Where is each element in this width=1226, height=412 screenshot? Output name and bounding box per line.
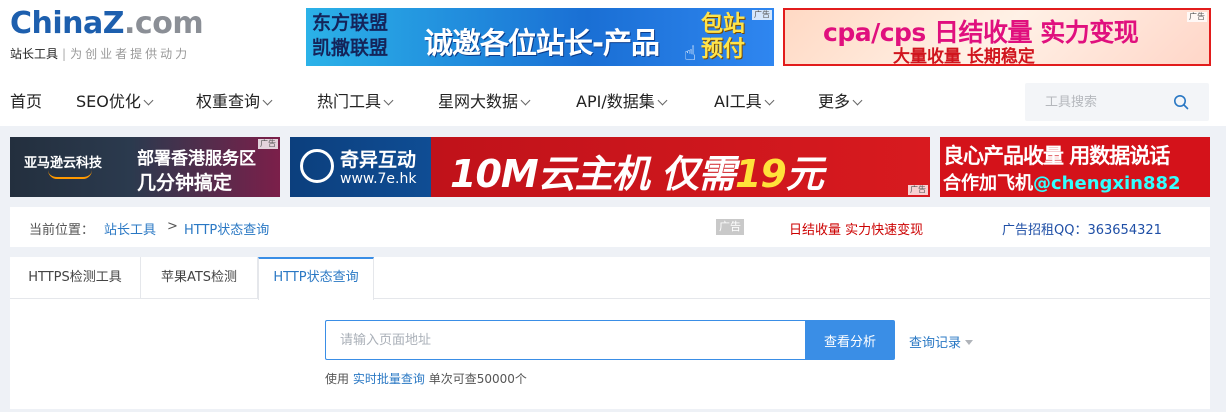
banner-ad-aws[interactable]: 亚马逊云科技 部署香港服务区 几分钟搞定 广告 xyxy=(10,137,280,197)
nav-item-weight[interactable]: 权重查询 xyxy=(196,92,273,112)
batch-query-link[interactable]: 实时批量查询 xyxy=(353,372,425,386)
ad-label: 广告 xyxy=(908,185,928,195)
top-ad-banner-2[interactable]: cpa/cps 日结收量 实力变现 大量收量 长期稳定 广告 xyxy=(783,8,1211,66)
ad-label: 广告 xyxy=(1187,12,1207,22)
ad-contact-link[interactable]: 广告招租QQ：363654321 xyxy=(1002,219,1162,238)
nav-item-api[interactable]: API/数据集 xyxy=(576,92,668,112)
analyze-button[interactable]: 查看分析 xyxy=(805,320,895,360)
logo-wordmark: ChinaZ.com xyxy=(10,6,204,41)
ad-line1: 良心产品收量 用数据说话 xyxy=(943,144,1170,168)
ad-line1: 部署香港服务区 xyxy=(137,149,256,169)
tool-search-box xyxy=(1025,83,1209,121)
ad-headline: 诚邀各位站长-产品 xyxy=(424,26,660,60)
ad-headline: 10M云主机 仅需19元 xyxy=(450,152,824,196)
hand-cursor-icon: ☝ xyxy=(684,41,697,65)
chevron-down-icon xyxy=(657,95,668,106)
query-history-dropdown[interactable]: 查询记录 xyxy=(909,332,974,351)
nav-item-home[interactable]: 首页 xyxy=(10,92,42,112)
breadcrumb-separator: > xyxy=(167,219,178,234)
banner-ad-traffic[interactable]: 良心产品收量 用数据说话 合作加飞机@chengxin882 xyxy=(940,137,1210,197)
ad-brand-url: www.7e.hk xyxy=(340,171,417,187)
logo-subtitle: 站长工具 | 为创业者提供动力 xyxy=(10,45,220,62)
url-input[interactable] xyxy=(325,320,806,360)
tab-ats-check[interactable]: 苹果ATS检测 xyxy=(141,257,258,299)
site-logo[interactable]: ChinaZ.com 站长工具 | 为创业者提供动力 xyxy=(10,6,220,66)
nav-item-bigdata[interactable]: 星网大数据 xyxy=(438,92,531,112)
chevron-down-icon xyxy=(262,95,273,106)
chevron-down-icon xyxy=(143,95,154,106)
ad-brand: 亚马逊云科技 xyxy=(24,156,103,171)
caret-down-icon xyxy=(965,340,974,345)
logo-name: 站长工具 xyxy=(10,47,59,61)
search-icon[interactable] xyxy=(1173,94,1189,110)
nav-item-hot-tools[interactable]: 热门工具 xyxy=(317,92,394,112)
breadcrumb-link-tools[interactable]: 站长工具 xyxy=(104,219,156,238)
tab-https-check[interactable]: HTTPS检测工具 xyxy=(10,257,141,299)
breadcrumb-label: 当前位置： xyxy=(29,223,95,238)
smile-arrow-icon xyxy=(48,170,92,179)
ad-right-text: 包站 预付 xyxy=(701,12,746,62)
ad-label: 广告 xyxy=(752,10,772,20)
top-ad-banner-1[interactable]: 东方联盟 凯撒联盟 诚邀各位站长-产品 包站 预付 ☝ 广告 xyxy=(306,8,774,66)
logo-slogan: 为创业者提供动力 xyxy=(70,47,191,61)
breadcrumb: 当前位置： 站长工具 > HTTP状态查询 广告 日结收量 实力快速变现 广告招… xyxy=(10,207,1210,247)
chevron-down-icon xyxy=(852,95,863,106)
nav-item-ai-tools[interactable]: AI工具 xyxy=(714,92,775,112)
tool-panel: HTTPS检测工具 苹果ATS检测 HTTP状态查询 查看分析 查询记录 使用 … xyxy=(10,257,1210,409)
tool-tabs: HTTPS检测工具 苹果ATS检测 HTTP状态查询 xyxy=(10,257,1210,300)
breadcrumb-link-current[interactable]: HTTP状态查询 xyxy=(184,219,269,238)
logo-divider: | xyxy=(62,47,67,61)
tab-http-status[interactable]: HTTP状态查询 xyxy=(258,257,374,300)
chevron-down-icon xyxy=(383,95,394,106)
ad-badge: 广告 xyxy=(716,219,744,235)
nav-item-seo[interactable]: SEO优化 xyxy=(76,92,154,112)
nav-item-more[interactable]: 更多 xyxy=(818,92,863,112)
chevron-down-icon xyxy=(764,95,775,106)
tool-search-input[interactable] xyxy=(1025,83,1175,121)
ad-subline: 大量收量 长期稳定 xyxy=(893,47,1035,66)
site-header: ChinaZ.com 站长工具 | 为创业者提供动力 东方联盟 凯撒联盟 诚邀各位站长… xyxy=(0,0,1226,126)
brand-logo-icon xyxy=(300,149,334,183)
ad-line2: 几分钟搞定 xyxy=(137,172,233,194)
ad-left-text: 东方联盟 凯撒联盟 xyxy=(312,12,389,59)
ad-brand-name: 奇异互动 xyxy=(340,149,417,171)
batch-query-hint: 使用 实时批量查询 单次可查50000个 xyxy=(325,372,527,386)
chevron-down-icon xyxy=(520,95,531,106)
ad-label: 广告 xyxy=(258,139,278,149)
banner-ad-cloud-host[interactable]: 奇异互动 www.7e.hk 10M云主机 仅需19元 广告 xyxy=(290,137,930,197)
text-ad-link[interactable]: 日结收量 实力快速变现 xyxy=(789,219,923,238)
ad-line2: 合作加飞机@chengxin882 xyxy=(943,173,1181,194)
